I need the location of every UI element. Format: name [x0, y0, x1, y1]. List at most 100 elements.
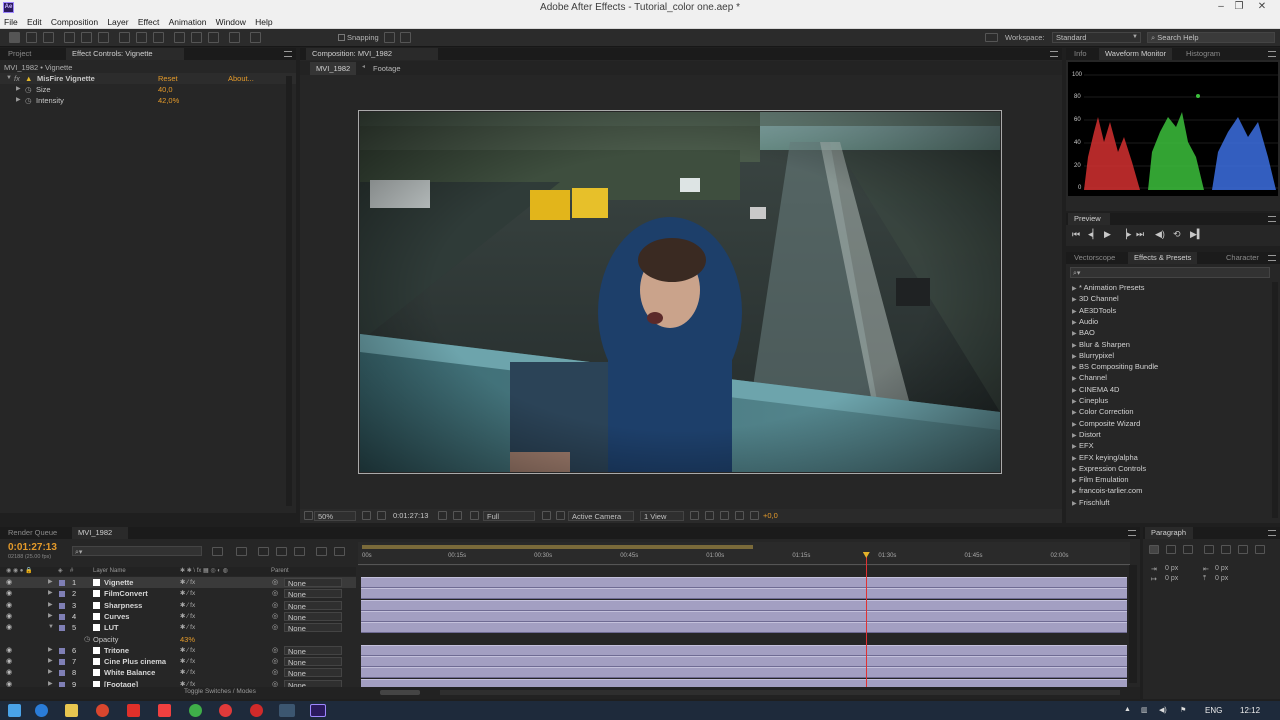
- layer-name[interactable]: Cine Plus cinema: [104, 656, 166, 667]
- rotate-tool-icon[interactable]: [64, 32, 75, 43]
- rectangle-tool-icon[interactable]: [119, 32, 130, 43]
- parent-pickwhip-icon[interactable]: ◎: [272, 611, 278, 622]
- justify-center-icon[interactable]: [1221, 545, 1231, 554]
- visibility-eye-icon[interactable]: ◉: [6, 611, 12, 622]
- parent-pickwhip-icon[interactable]: ◎: [272, 645, 278, 656]
- flowchart-icon[interactable]: [735, 511, 744, 520]
- breadcrumb-footage[interactable]: Footage: [373, 63, 401, 74]
- effects-category-item[interactable]: ▶ Blur & Sharpen: [1072, 339, 1130, 350]
- expand-triangle-icon[interactable]: ▶: [48, 600, 53, 611]
- work-area-bar[interactable]: [362, 545, 753, 549]
- layer-duration-bar[interactable]: [361, 610, 1127, 622]
- fast-previews-icon[interactable]: [705, 511, 714, 520]
- parent-pickwhip-icon[interactable]: ◎: [272, 600, 278, 611]
- layer-row[interactable]: ◉ ▼ 5 LUT ✱ ∕ fx ◎ None: [0, 622, 356, 633]
- label-color-swatch[interactable]: [59, 613, 65, 620]
- hand-tool-icon[interactable]: [26, 32, 37, 43]
- panel-menu-icon[interactable]: [1268, 51, 1276, 57]
- effects-category-item[interactable]: ▶ Channel: [1072, 372, 1107, 383]
- exposure-icon[interactable]: [750, 511, 759, 520]
- zoom-slider[interactable]: [380, 690, 420, 695]
- panel-menu-icon[interactable]: [1128, 530, 1136, 536]
- loop-icon[interactable]: ⟲: [1173, 229, 1181, 240]
- zoom-tool-icon[interactable]: [43, 32, 54, 43]
- visibility-eye-icon[interactable]: ◉: [6, 600, 12, 611]
- effects-category-item[interactable]: ▶ Distort: [1072, 429, 1101, 440]
- tab-timeline-comp[interactable]: MVI_1982: [72, 527, 128, 539]
- expand-triangle-icon[interactable]: ▶: [48, 656, 53, 667]
- tab-effect-controls[interactable]: Effect Controls: Vignette: [66, 48, 184, 60]
- pen-tool-icon[interactable]: [136, 32, 147, 43]
- panel-menu-icon[interactable]: [1050, 51, 1058, 57]
- region-of-interest-icon[interactable]: [542, 511, 551, 520]
- magnification-dropdown[interactable]: 50%: [314, 511, 356, 521]
- toggle-switches-modes[interactable]: Toggle Switches / Modes: [184, 688, 256, 695]
- menu-window[interactable]: Window: [212, 16, 249, 29]
- first-line-indent-field[interactable]: 0 px: [1165, 575, 1178, 582]
- visibility-eye-icon[interactable]: ◉: [6, 622, 12, 633]
- justify-all-icon[interactable]: [1255, 545, 1265, 554]
- layer-duration-bar[interactable]: [361, 667, 1127, 679]
- search-help-field[interactable]: ⌕ Search Help: [1147, 32, 1275, 43]
- label-color-swatch[interactable]: [59, 659, 65, 666]
- effects-category-item[interactable]: ▶ EFX keying/alpha: [1072, 452, 1138, 463]
- clone-stamp-tool-icon[interactable]: [191, 32, 202, 43]
- draft-3d-icon[interactable]: [236, 547, 247, 556]
- tab-composition[interactable]: Composition: MVI_1982: [306, 48, 438, 60]
- label-color-swatch[interactable]: [59, 647, 65, 654]
- always-preview-icon[interactable]: [304, 511, 313, 520]
- layer-duration-bar[interactable]: [361, 644, 1127, 656]
- align-left-icon[interactable]: [1149, 545, 1159, 554]
- effects-category-item[interactable]: ▶ Cineplus: [1072, 395, 1108, 406]
- panel-menu-icon[interactable]: [1268, 216, 1276, 222]
- parent-pickwhip-icon[interactable]: ◎: [272, 577, 278, 588]
- effects-category-item[interactable]: ▶ francois-tarlier.com: [1072, 485, 1142, 496]
- tab-project[interactable]: Project: [2, 48, 37, 60]
- snap-options-icon[interactable]: [400, 32, 411, 43]
- expand-triangle-icon[interactable]: ▶: [48, 611, 53, 622]
- justify-right-icon[interactable]: [1238, 545, 1248, 554]
- effects-category-item[interactable]: ▶ Expression Controls: [1072, 463, 1146, 474]
- indent-right-field[interactable]: 0 px: [1215, 565, 1228, 572]
- layer-switches-icon[interactable]: ✱ ∕ fx: [180, 622, 195, 633]
- expand-triangle-icon[interactable]: ▼: [48, 622, 54, 633]
- property-value[interactable]: 43%: [180, 634, 195, 645]
- breadcrumb-comp[interactable]: MVI_1982: [310, 62, 357, 75]
- clock[interactable]: 12:12: [1240, 706, 1260, 715]
- layer-duration-bar[interactable]: [361, 577, 1127, 588]
- layer-duration-bar[interactable]: [361, 656, 1127, 668]
- snapshot-icon[interactable]: [438, 511, 447, 520]
- expand-triangle-icon[interactable]: ▶: [16, 95, 21, 106]
- expand-triangle-icon[interactable]: ▶: [1072, 499, 1079, 510]
- property-row[interactable]: ◷ Opacity 43%: [0, 634, 356, 645]
- resolution-dropdown[interactable]: Full: [483, 511, 535, 521]
- layer-row[interactable]: ◉ ▶ 7 Cine Plus cinema ✱ ∕ fx ◎ None: [0, 656, 356, 667]
- tab-info[interactable]: Info: [1068, 48, 1093, 60]
- parent-dropdown[interactable]: None: [284, 623, 342, 633]
- language-indicator[interactable]: ENG: [1205, 706, 1222, 715]
- timeline-timecode[interactable]: 0:01:27:13: [8, 542, 57, 553]
- motion-blur-icon[interactable]: [294, 547, 305, 556]
- tab-vectorscope[interactable]: Vectorscope: [1068, 252, 1121, 264]
- tab-effects-presets[interactable]: Effects & Presets: [1128, 252, 1198, 264]
- selection-tool-icon[interactable]: [9, 32, 20, 43]
- ram-preview-icon[interactable]: ▶▍: [1190, 229, 1204, 240]
- panel-menu-icon[interactable]: [1268, 255, 1276, 261]
- tab-character[interactable]: Character: [1220, 252, 1265, 264]
- stopwatch-icon[interactable]: ◷: [25, 84, 32, 95]
- effects-category-item[interactable]: ▶ AE3DTools: [1072, 305, 1116, 316]
- menu-composition[interactable]: Composition: [47, 16, 101, 29]
- eraser-tool-icon[interactable]: [208, 32, 219, 43]
- layer-name[interactable]: LUT: [104, 622, 119, 633]
- transparency-grid-icon[interactable]: [556, 511, 565, 520]
- param-intensity-value[interactable]: 42,0%: [158, 95, 179, 106]
- parent-pickwhip-icon[interactable]: ◎: [272, 667, 278, 678]
- puppet-tool-icon[interactable]: [250, 32, 261, 43]
- layer-switches-icon[interactable]: ✱ ∕ fx: [180, 600, 195, 611]
- menu-file[interactable]: File: [0, 16, 21, 29]
- brush-tool-icon[interactable]: [174, 32, 185, 43]
- parent-dropdown[interactable]: None: [284, 657, 342, 667]
- visibility-eye-icon[interactable]: ◉: [6, 656, 12, 667]
- effects-category-item[interactable]: ▶ Film Emulation: [1072, 474, 1129, 485]
- expand-triangle-icon[interactable]: ▶: [48, 667, 53, 678]
